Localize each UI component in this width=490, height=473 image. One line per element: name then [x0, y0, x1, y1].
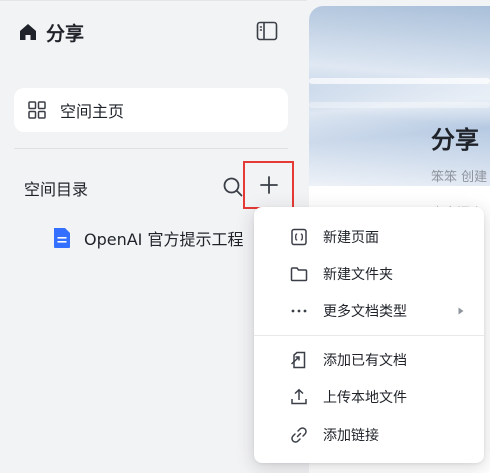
doc-item-label: OpenAI 官方提示工程: [84, 230, 244, 249]
space-title: 分享: [46, 22, 85, 45]
submenu-arrow-icon: [458, 307, 464, 315]
top-divider: [0, 0, 307, 1]
menu-item-add-existing[interactable]: 添加已有文档: [254, 342, 484, 378]
space-home-label: 空间主页: [60, 102, 125, 121]
cover-streak: [309, 78, 490, 84]
menu-item-add-link[interactable]: 添加链接: [254, 417, 484, 453]
search-icon[interactable]: [222, 176, 244, 198]
menu-item-new-page[interactable]: 新建页面: [254, 219, 484, 255]
menu-divider: [254, 335, 484, 336]
space-home-nav[interactable]: 空间主页: [14, 88, 288, 132]
menu-item-label: 新建文件夹: [323, 267, 393, 283]
menu-item-more-types[interactable]: 更多文档类型: [254, 293, 484, 329]
cover-image: [309, 6, 490, 186]
sidebar-collapse-icon[interactable]: [256, 21, 278, 41]
home-icon: [20, 24, 36, 40]
menu-item-upload[interactable]: 上传本地文件: [254, 379, 484, 415]
directory-doc-item[interactable]: OpenAI 官方提示工程: [52, 225, 244, 251]
more-icon: [291, 309, 307, 313]
plus-icon: [259, 176, 278, 194]
cover-streak: [309, 102, 490, 108]
upload-icon: [291, 388, 307, 405]
menu-item-label: 添加已有文档: [323, 353, 407, 369]
menu-item-label: 上传本地文件: [323, 390, 407, 406]
add-menu: 新建页面 新建文件夹 更多文档类型 添加已有文档 上传本地文件 添加链接: [254, 207, 484, 463]
menu-item-label: 更多文档类型: [323, 304, 407, 320]
new-page-icon: [291, 228, 307, 246]
link-icon: [291, 427, 307, 443]
menu-item-label: 添加链接: [323, 428, 379, 444]
grid-icon: [28, 101, 46, 119]
page-subtitle: 笨笨 创建: [431, 170, 488, 185]
page-title: 分享: [431, 126, 479, 154]
space-directory-label: 空间目录: [24, 180, 89, 199]
space-header: 分享: [18, 18, 84, 46]
doc-icon: [54, 228, 70, 248]
add-doc-icon: [290, 351, 306, 369]
menu-item-new-folder[interactable]: 新建文件夹: [254, 256, 484, 292]
add-button[interactable]: [243, 161, 294, 209]
folder-icon: [290, 267, 308, 282]
menu-item-label: 新建页面: [323, 230, 379, 246]
sidebar-divider: [14, 148, 288, 149]
